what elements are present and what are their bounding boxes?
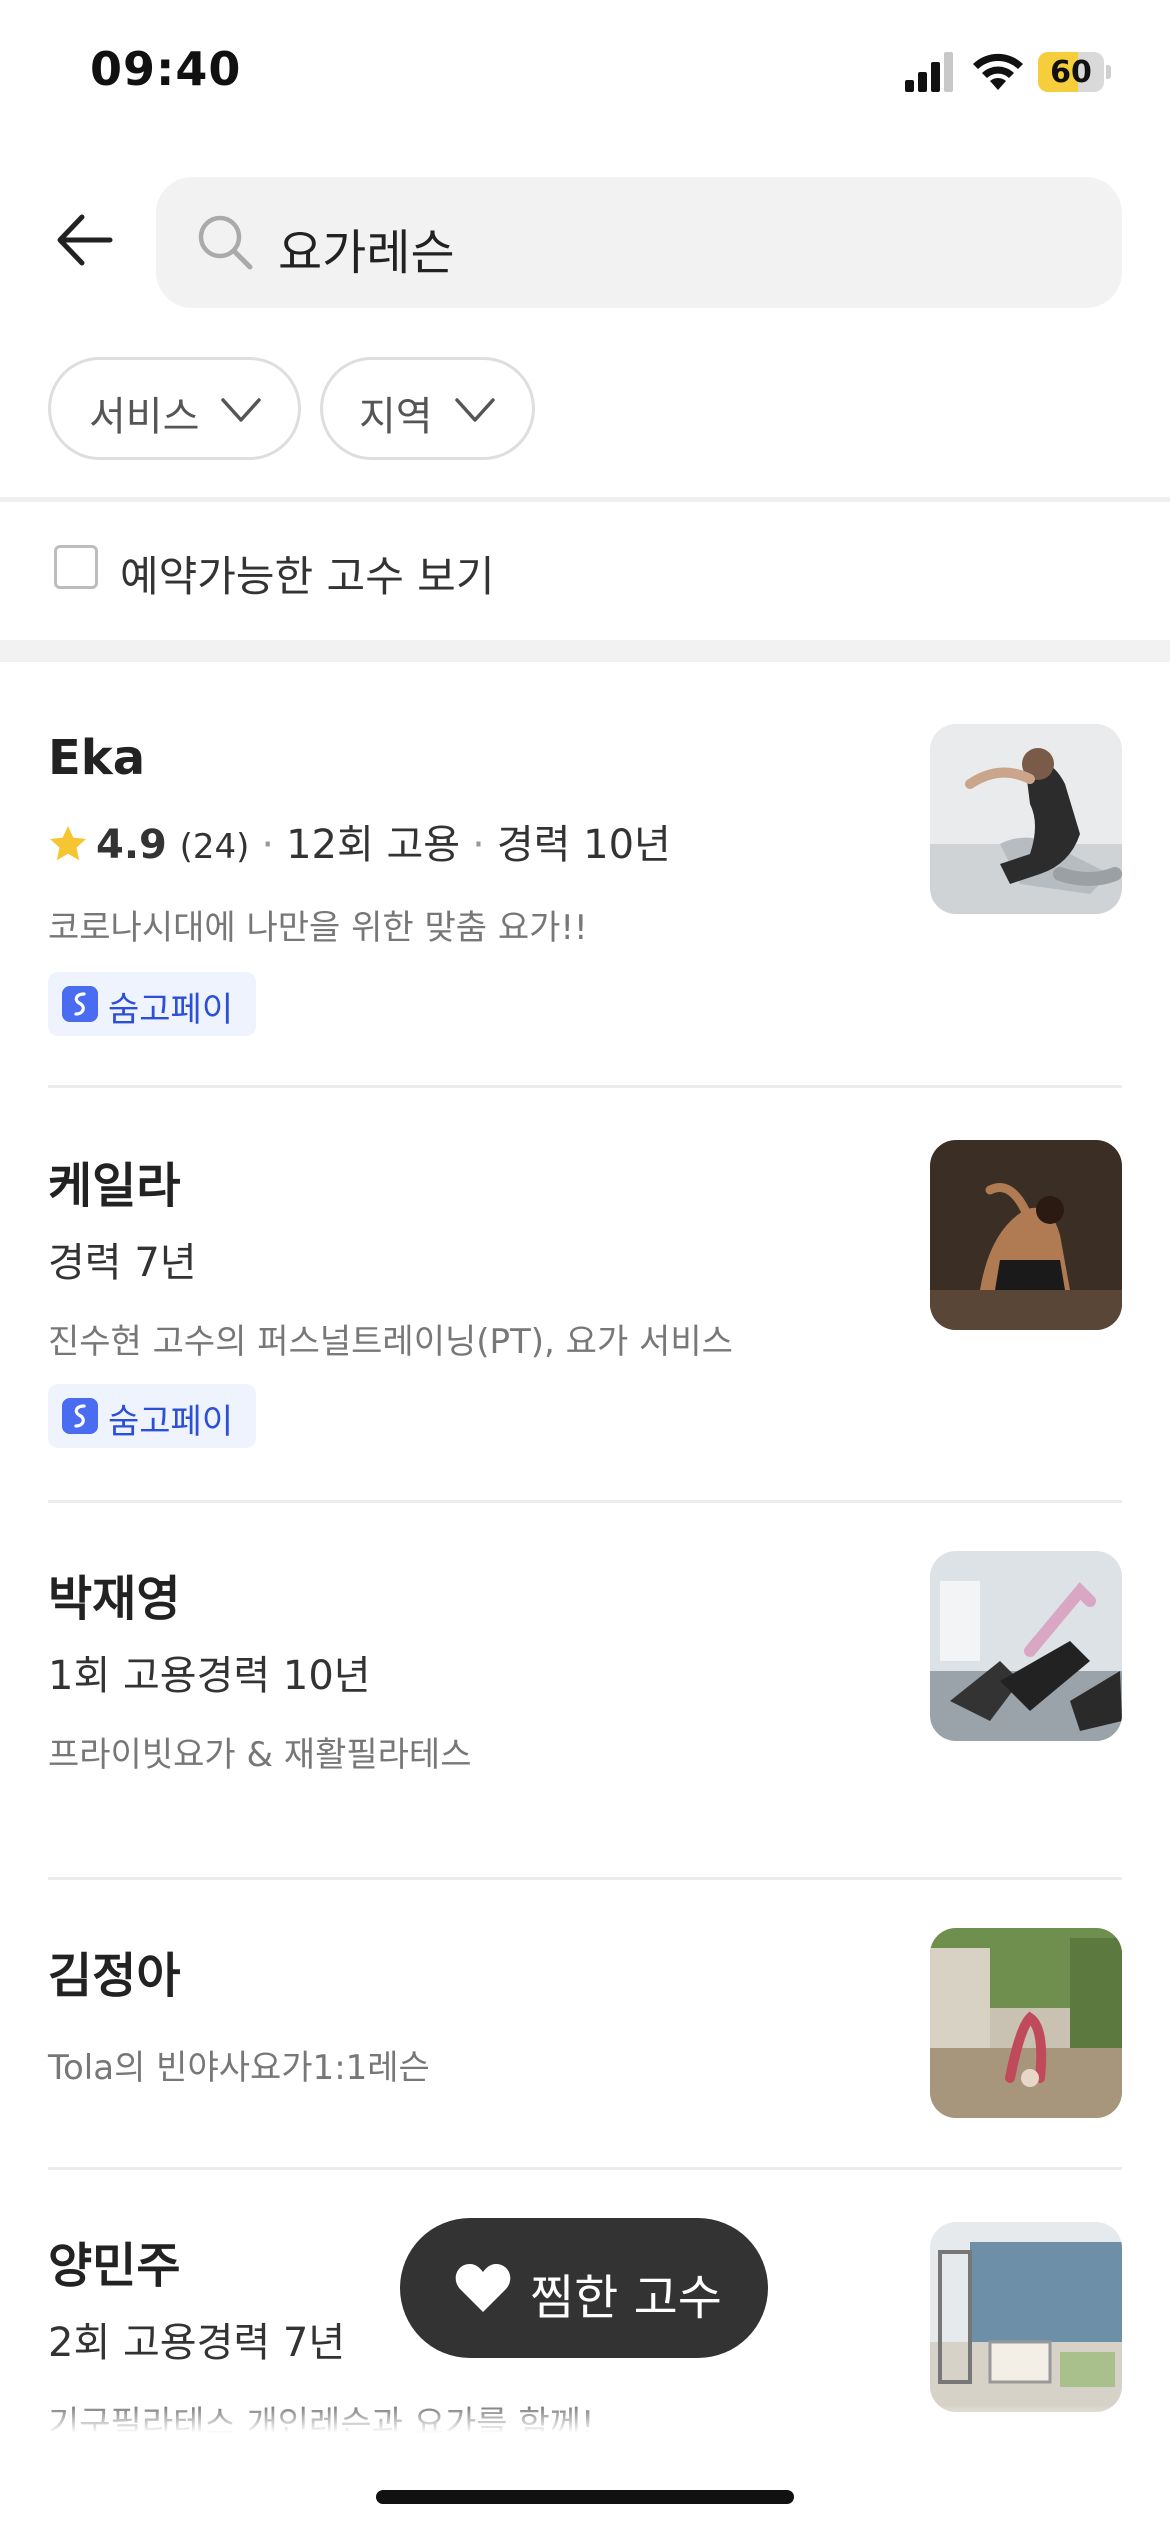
pro-list-item-kim-jeonga[interactable]: 김정아 Tola의 빈야사요가1:1레슨 bbox=[0, 1880, 1170, 2167]
heart-icon bbox=[455, 2264, 511, 2312]
pro-list-item-kayla[interactable]: 케일라 경력 7년 진수현 고수의 퍼스널트레이닝(PT), 요가 서비스 숨고… bbox=[0, 1088, 1170, 1500]
battery-icon: 60 bbox=[1038, 52, 1112, 92]
star-icon bbox=[50, 826, 86, 861]
pro-thumbnail-image bbox=[930, 1928, 1122, 2118]
pro-name: 박재영 bbox=[48, 1571, 181, 1627]
section-divider bbox=[0, 640, 1170, 662]
status-time: 09:40 bbox=[90, 42, 242, 96]
pro-meta: 4.9 (24) · 12회 고용 · 경력 10년 bbox=[48, 812, 671, 870]
pro-thumbnail-image bbox=[930, 724, 1122, 914]
pro-meta: 경력 7년 bbox=[48, 1240, 197, 1286]
pro-thumbnail-image bbox=[930, 2222, 1122, 2412]
pro-description: 프라이빗요가 & 재활필라테스 bbox=[48, 1735, 472, 1775]
filter-service-label: 서비스 bbox=[89, 394, 200, 440]
pro-thumbnail-image bbox=[930, 1551, 1122, 1741]
wifi-icon bbox=[973, 53, 1023, 90]
availability-checkbox[interactable] bbox=[54, 545, 98, 589]
availability-label: 예약가능한 고수 보기 bbox=[120, 552, 495, 601]
pro-meta: 2회 고용경력 7년 bbox=[48, 2320, 346, 2366]
search-icon bbox=[198, 215, 253, 270]
pro-list-item-eka[interactable]: Eka 4.9 (24) · 12회 고용 · 경력 10년 코로나시대에 나만을 위한… bbox=[0, 700, 1170, 1085]
cellular-signal-icon bbox=[905, 52, 953, 92]
filter-service-dropdown[interactable]: 서비스 bbox=[48, 357, 301, 460]
chevron-down-icon bbox=[221, 398, 261, 422]
pro-thumbnail-image bbox=[930, 1140, 1122, 1330]
filter-region-label: 지역 bbox=[359, 394, 433, 440]
search-query: 요가레슨 bbox=[278, 225, 455, 281]
soomgo-pay-icon bbox=[62, 986, 98, 1022]
pro-name: 양민주 bbox=[48, 2238, 181, 2294]
filter-region-dropdown[interactable]: 지역 bbox=[320, 357, 535, 460]
status-bar: 09:40 60 bbox=[0, 0, 1170, 150]
soomgo-pay-badge: 숨고페이 bbox=[48, 1384, 256, 1448]
soomgo-pay-icon bbox=[62, 1398, 98, 1434]
battery-percent: 60 bbox=[1050, 55, 1092, 90]
review-count: (24) bbox=[179, 827, 250, 867]
list-fade bbox=[0, 2405, 1170, 2445]
search-input[interactable]: 요가레슨 bbox=[156, 177, 1122, 308]
rating-value: 4.9 bbox=[96, 822, 167, 868]
pro-description: Tola의 빈야사요가1:1레슨 bbox=[48, 2048, 430, 2088]
chevron-down-icon bbox=[455, 398, 495, 422]
soomgo-pay-label: 숨고페이 bbox=[108, 1402, 234, 1442]
pro-list-item-park-jaeyoung[interactable]: 박재영 1회 고용경력 10년 프라이빗요가 & 재활필라테스 bbox=[0, 1503, 1170, 1877]
home-indicator bbox=[376, 2490, 794, 2504]
pro-description: 코로나시대에 나만을 위한 맞춤 요가!! bbox=[48, 908, 588, 948]
favorite-pros-label: 찜한 고수 bbox=[530, 2270, 722, 2326]
pro-name: 케일라 bbox=[48, 1158, 181, 1214]
soomgo-pay-badge: 숨고페이 bbox=[48, 972, 256, 1036]
favorite-pros-button[interactable]: 찜한 고수 bbox=[400, 2218, 768, 2358]
hire-count: 12회 고용 bbox=[286, 822, 461, 868]
back-arrow-icon[interactable] bbox=[50, 205, 120, 275]
career-years: 경력 10년 bbox=[496, 822, 671, 868]
pro-name: 김정아 bbox=[48, 1948, 181, 2004]
pro-description: 진수현 고수의 퍼스널트레이닝(PT), 요가 서비스 bbox=[48, 1322, 733, 1362]
pro-name: Eka bbox=[48, 730, 146, 786]
soomgo-pay-label: 숨고페이 bbox=[108, 990, 234, 1030]
section-divider bbox=[0, 497, 1170, 502]
pro-meta: 1회 고용경력 10년 bbox=[48, 1653, 371, 1699]
